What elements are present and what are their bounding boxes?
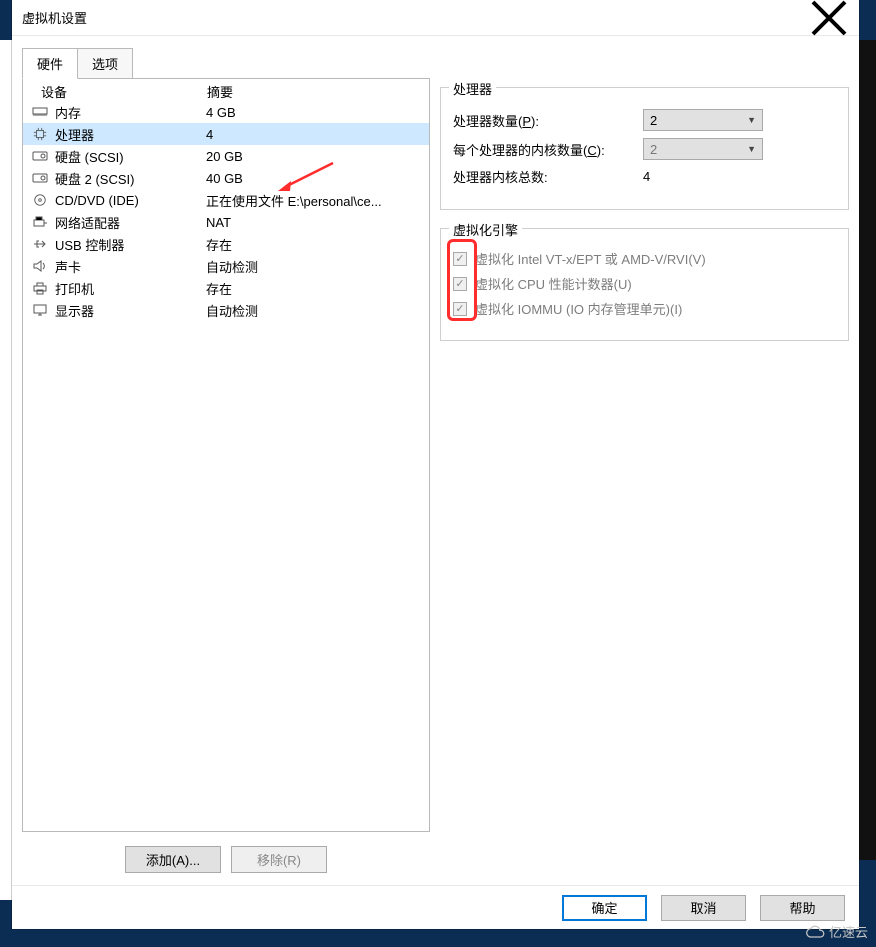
device-list: 设备 摘要 内存 4 GB 处理器 4 硬盘 (SCSI) 20 GB 硬盘 2 (SCSI… <box>22 78 430 832</box>
device-list-header: 设备 摘要 <box>23 79 429 101</box>
virt-iommu-checkbox[interactable]: ✓ <box>453 302 467 316</box>
device-name: 打印机 <box>55 279 94 298</box>
device-row[interactable]: 打印机 存在 <box>23 277 429 299</box>
device-name: CD/DVD (IDE) <box>55 193 139 208</box>
device-summary: 20 GB <box>206 149 417 164</box>
virt-vt-label: 虚拟化 Intel VT-x/EPT 或 AMD-V/RVI(V) <box>475 249 706 268</box>
processor-legend: 处理器 <box>449 79 496 98</box>
total-cores-value: 4 <box>643 169 836 184</box>
disk-icon <box>31 149 49 163</box>
virtualization-group: 虚拟化引擎 ✓ 虚拟化 Intel VT-x/EPT 或 AMD-V/RVI(V… <box>440 228 849 341</box>
vm-settings-dialog: 虚拟机设置 硬件 选项 设备 摘要 内存 4 GB 处理器 4 硬盘 (SCSI) 20 … <box>12 0 859 929</box>
total-cores-label: 处理器内核总数: <box>453 167 643 186</box>
device-name: 声卡 <box>55 257 81 276</box>
device-name: USB 控制器 <box>55 235 124 254</box>
add-button[interactable]: 添加(A)... <box>125 846 221 873</box>
device-summary: 正在使用文件 E:\personal\ce... <box>206 191 417 210</box>
left-column: 设备 摘要 内存 4 GB 处理器 4 硬盘 (SCSI) 20 GB 硬盘 2 (SCSI… <box>22 79 430 875</box>
processor-count-label: 处理器数量(P): <box>453 111 643 130</box>
device-row[interactable]: USB 控制器 存在 <box>23 233 429 255</box>
cores-per-proc-row: 每个处理器的内核数量(C): 2▼ <box>453 138 836 160</box>
tab-options[interactable]: 选项 <box>77 48 133 79</box>
ok-button[interactable]: 确定 <box>562 895 647 921</box>
device-row[interactable]: CD/DVD (IDE) 正在使用文件 E:\personal\ce... <box>23 189 429 211</box>
device-summary: 存在 <box>206 235 417 254</box>
device-summary: 自动检测 <box>206 301 417 320</box>
sound-icon <box>31 259 49 273</box>
col-device-header: 设备 <box>37 82 207 101</box>
device-row[interactable]: 显示器 自动检测 <box>23 299 429 321</box>
net-icon <box>31 215 49 229</box>
device-name: 显示器 <box>55 301 94 320</box>
device-name: 内存 <box>55 103 81 122</box>
chevron-down-icon: ▼ <box>747 144 756 154</box>
cancel-button[interactable]: 取消 <box>661 895 746 921</box>
device-button-row: 添加(A)... 移除(R) <box>22 832 430 875</box>
processor-group: 处理器 处理器数量(P): 2▼ 每个处理器的内核数量(C): 2▼ 处理器内核… <box>440 87 849 210</box>
virt-vt-row: ✓ 虚拟化 Intel VT-x/EPT 或 AMD-V/RVI(V) <box>453 249 836 268</box>
virtualization-legend: 虚拟化引擎 <box>449 220 522 239</box>
background-terminal <box>858 40 876 860</box>
device-summary: 4 GB <box>206 105 417 120</box>
background-left <box>0 40 12 900</box>
display-icon <box>31 303 49 317</box>
device-summary: 40 GB <box>206 171 417 186</box>
device-row[interactable]: 声卡 自动检测 <box>23 255 429 277</box>
device-row[interactable]: 网络适配器 NAT <box>23 211 429 233</box>
device-name: 网络适配器 <box>55 213 120 232</box>
device-name: 硬盘 2 (SCSI) <box>55 169 134 188</box>
virt-perf-checkbox[interactable]: ✓ <box>453 277 467 291</box>
cd-icon <box>31 193 49 207</box>
tab-hardware[interactable]: 硬件 <box>22 48 78 79</box>
device-summary: 自动检测 <box>206 257 417 276</box>
tab-strip: 硬件 选项 <box>12 36 859 79</box>
device-summary: NAT <box>206 215 417 230</box>
virt-perf-label: 虚拟化 CPU 性能计数器(U) <box>475 274 632 293</box>
close-icon <box>809 0 849 38</box>
device-name: 处理器 <box>55 125 94 144</box>
virt-iommu-row: ✓ 虚拟化 IOMMU (IO 内存管理单元)(I) <box>453 299 836 318</box>
close-button[interactable] <box>809 0 849 36</box>
titlebar: 虚拟机设置 <box>12 0 859 36</box>
dialog-footer: 确定 取消 帮助 <box>12 885 859 929</box>
device-row[interactable]: 内存 4 GB <box>23 101 429 123</box>
usb-icon <box>31 237 49 251</box>
cores-per-proc-combo[interactable]: 2▼ <box>643 138 763 160</box>
memory-icon <box>31 105 49 119</box>
dialog-body: 设备 摘要 内存 4 GB 处理器 4 硬盘 (SCSI) 20 GB 硬盘 2 (SCSI… <box>12 79 859 885</box>
col-summary-header: 摘要 <box>207 82 417 101</box>
device-summary: 存在 <box>206 279 417 298</box>
device-row[interactable]: 处理器 4 <box>23 123 429 145</box>
printer-icon <box>31 281 49 295</box>
device-name: 硬盘 (SCSI) <box>55 147 124 166</box>
processor-count-combo[interactable]: 2▼ <box>643 109 763 131</box>
cores-per-proc-label: 每个处理器的内核数量(C): <box>453 140 643 159</box>
device-row[interactable]: 硬盘 2 (SCSI) 40 GB <box>23 167 429 189</box>
right-column: 处理器 处理器数量(P): 2▼ 每个处理器的内核数量(C): 2▼ 处理器内核… <box>440 79 849 875</box>
cpu-icon <box>31 127 49 141</box>
help-button[interactable]: 帮助 <box>760 895 845 921</box>
virt-iommu-label: 虚拟化 IOMMU (IO 内存管理单元)(I) <box>475 299 682 318</box>
remove-button: 移除(R) <box>231 846 327 873</box>
chevron-down-icon: ▼ <box>747 115 756 125</box>
dialog-title: 虚拟机设置 <box>22 8 809 27</box>
virt-vt-checkbox[interactable]: ✓ <box>453 252 467 266</box>
total-cores-row: 处理器内核总数: 4 <box>453 167 836 186</box>
device-summary: 4 <box>206 127 417 142</box>
disk-icon <box>31 171 49 185</box>
device-row[interactable]: 硬盘 (SCSI) 20 GB <box>23 145 429 167</box>
virt-perf-row: ✓ 虚拟化 CPU 性能计数器(U) <box>453 274 836 293</box>
processor-count-row: 处理器数量(P): 2▼ <box>453 109 836 131</box>
